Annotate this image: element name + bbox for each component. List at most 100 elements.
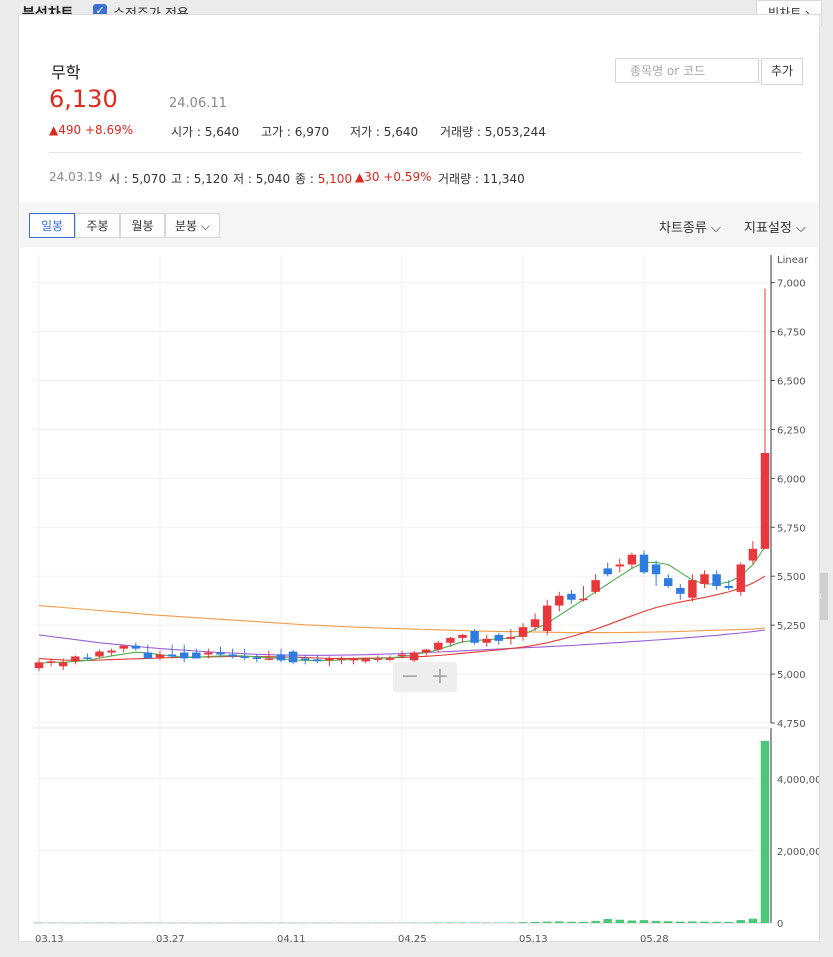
chart-panel: 무학 6,130 24.06.11 ▲490 +8.69% 시가 : 5,640…	[18, 14, 820, 945]
x-tick-label: 03.13	[35, 934, 64, 945]
candle-body	[252, 657, 262, 659]
volume: 거래량 : 5,053,244	[440, 123, 546, 140]
y-tick-label: 4,750	[777, 719, 806, 730]
stock-date: 24.06.11	[169, 96, 227, 111]
candle-body	[748, 548, 758, 561]
history-high-label: 고 :	[171, 172, 194, 186]
candle-body	[179, 652, 189, 659]
candle-body	[409, 652, 419, 661]
candle-body	[107, 650, 116, 653]
candle-body	[131, 645, 141, 649]
chart-type-dropdown[interactable]: 차트종류 ⌵	[659, 217, 721, 236]
candle-body	[651, 564, 661, 575]
volume-bar	[700, 921, 709, 923]
candle-body	[288, 651, 298, 663]
candle-body	[434, 642, 443, 650]
history-high: 고 : 5,120	[171, 170, 228, 187]
candle-body	[167, 654, 177, 657]
open-price: 시가 : 5,640	[171, 123, 239, 140]
tab-monthly[interactable]: 월봉	[120, 213, 165, 238]
tab-weekly[interactable]: 주봉	[75, 213, 120, 238]
candle-body	[325, 658, 334, 661]
history-close: 종 : 5,100	[295, 170, 352, 187]
history-date: 24.03.19	[49, 170, 103, 184]
volume-bar	[603, 919, 612, 923]
candle-body	[192, 652, 201, 659]
candle-body	[470, 631, 479, 643]
candle-body	[760, 452, 770, 549]
y-tick-label: 5,500	[777, 572, 806, 583]
y-tick-label: 6,000	[777, 474, 806, 485]
candle-body	[712, 574, 721, 587]
candle-body	[724, 586, 733, 588]
history-change: ▲30 +0.59%	[355, 170, 432, 184]
zoom-in-button[interactable]: +	[425, 664, 455, 690]
candle-body	[555, 595, 564, 606]
volume-bar	[676, 921, 685, 923]
high-price: 고가 : 6,970	[261, 123, 329, 140]
candle-body	[615, 564, 625, 567]
divider	[49, 152, 801, 153]
candle-body	[71, 656, 80, 662]
volume-bar	[651, 920, 661, 923]
candle-body	[228, 654, 237, 657]
y-tick-label: 5,000	[777, 670, 806, 681]
tab-daily[interactable]: 일봉	[29, 213, 75, 238]
volume-tick-label: 0	[777, 919, 783, 930]
volume-value: 5,053,244	[484, 125, 546, 139]
stock-chart[interactable]: 03.13 03.27 04.11 04.25 05.13 05.28 7,000 6,750…	[19, 247, 819, 947]
low-price-value: 5,640	[383, 125, 419, 139]
open-price-value: 5,640	[204, 125, 240, 139]
candle-body	[83, 657, 92, 659]
x-tick-label: 05.13	[519, 934, 548, 945]
volume-bar	[567, 921, 576, 923]
candle-body	[95, 651, 104, 657]
chart-toolbar: 일봉 주봉 월봉 분봉 ⌵ 차트종류 ⌵ 지표설정 ⌵	[19, 203, 819, 247]
volume-bar	[530, 921, 540, 923]
candle-body	[300, 658, 310, 660]
candle-body	[639, 554, 649, 573]
indicator-settings-dropdown[interactable]: 지표설정 ⌵	[744, 217, 806, 236]
stock-name: 무학	[51, 63, 81, 82]
candle-body	[482, 638, 491, 643]
volume-bar	[663, 921, 673, 923]
candle-body	[446, 637, 455, 643]
candle-body	[676, 587, 685, 594]
candle-body	[361, 658, 370, 662]
history-close-label: 종 :	[295, 172, 318, 186]
high-price-value: 6,970	[294, 125, 330, 139]
tab-minute[interactable]: 분봉 ⌵	[165, 213, 220, 238]
y-tick-label: 6,250	[777, 425, 806, 436]
candle-body	[143, 652, 153, 659]
volume-tick-label: 4,000,000	[777, 775, 819, 786]
volume-bar	[555, 921, 564, 923]
candle-body	[627, 554, 637, 565]
candle-body	[240, 656, 249, 658]
candle-body	[313, 659, 322, 661]
volume-bar	[712, 921, 721, 923]
history-low: 저 : 5,040	[233, 170, 290, 187]
volume-bar	[615, 919, 625, 923]
candle-body	[518, 627, 528, 637]
open-price-label: 시가 :	[171, 125, 205, 139]
candle-body	[34, 662, 44, 669]
history-high-value: 5,120	[193, 172, 229, 186]
x-tick-label: 04.11	[277, 934, 306, 945]
history-low-label: 저 :	[233, 172, 256, 186]
zoom-out-button[interactable]: −	[395, 664, 425, 690]
volume-bar	[688, 921, 697, 923]
volume-bar	[579, 921, 588, 923]
volume-bar	[458, 922, 467, 923]
volume-bar	[446, 922, 455, 923]
candle-body	[385, 658, 395, 660]
candle-body	[700, 574, 709, 585]
stock-search-input[interactable]: 종목명 or 코드	[615, 58, 759, 83]
scale-label: Linear	[777, 255, 809, 266]
y-tick-label: 5,250	[777, 621, 806, 632]
candle-body	[567, 593, 576, 600]
candle-body	[397, 654, 407, 657]
add-stock-button[interactable]: 추가	[761, 58, 803, 85]
candle-body	[216, 652, 225, 655]
volume-bar	[591, 920, 600, 923]
y-tick-label: 6,500	[777, 377, 806, 388]
